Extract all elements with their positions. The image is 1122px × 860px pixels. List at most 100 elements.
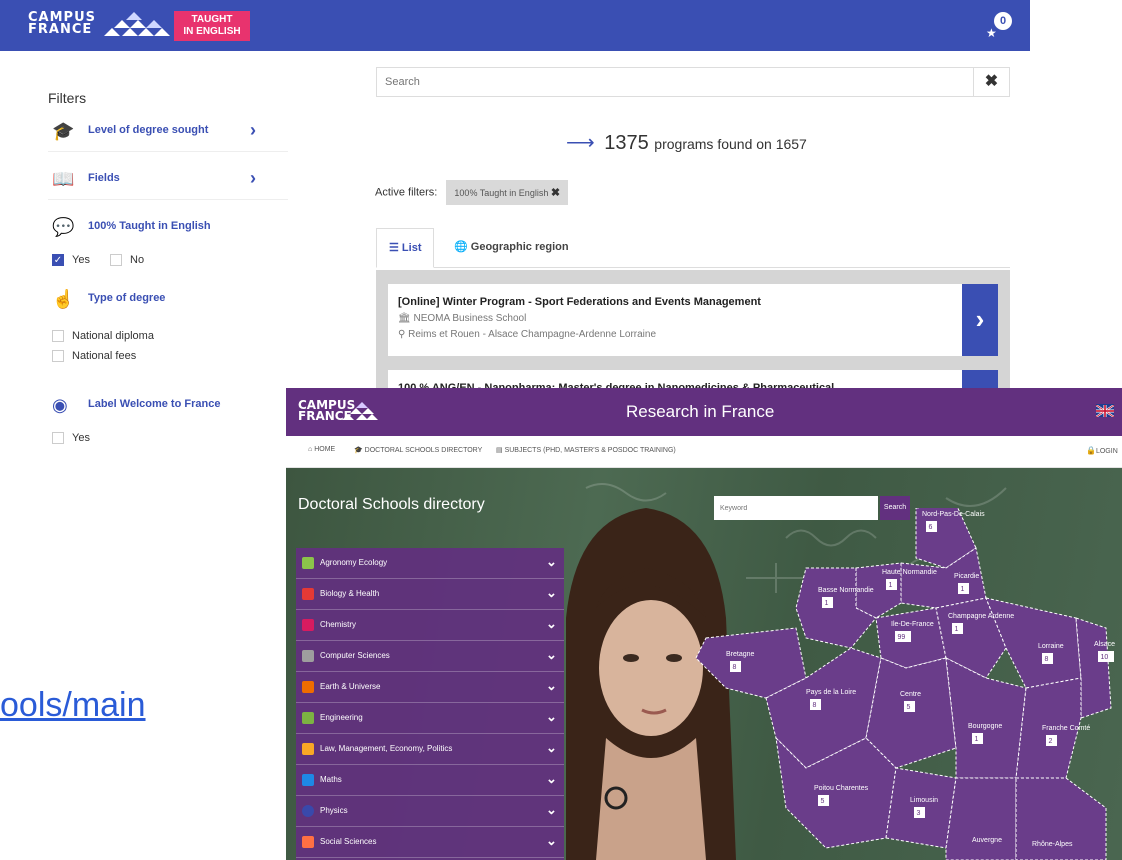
region-label[interactable]: Lorraine <box>1038 643 1064 650</box>
campus-france-logo-mark-icon <box>104 12 170 36</box>
menu-item-biology-health[interactable]: Biology & Health ⌄ <box>296 579 564 610</box>
region-label[interactable]: Picardie <box>954 573 979 580</box>
chevron-down-icon: ⌄ <box>546 740 557 755</box>
region-label[interactable]: Ile-De-France <box>891 621 934 628</box>
region-label[interactable]: Auvergne <box>972 837 1002 844</box>
location-name: Reims et Rouen - Alsace Champagne-Ardenn… <box>408 329 657 340</box>
saved-programs-button[interactable]: ★ 0 <box>986 12 1016 40</box>
menu-label: Maths <box>320 775 342 784</box>
uk-flag-graphic <box>1095 404 1115 418</box>
filter-level-of-degree[interactable]: 🎓 Level of degree sought › <box>48 118 288 152</box>
nav-doctoral-schools-directory[interactable]: 🎓 DOCTORAL SCHOOLS DIRECTORY <box>354 446 482 454</box>
search-bar: ✖ <box>376 67 1010 97</box>
nav-home[interactable]: ⌂ HOME <box>308 446 335 453</box>
welcome-yes-checkbox[interactable]: Yes <box>52 432 90 445</box>
menu-label: Computer Sciences <box>320 651 390 660</box>
chevron-right-icon: › <box>250 168 256 188</box>
result-school: 🏛 NEOMA Business School <box>398 313 526 324</box>
url-link-fragment[interactable]: ools/main <box>0 686 146 725</box>
menu-item-earth-universe[interactable]: Earth & Universe ⌄ <box>296 672 564 703</box>
speech-bubble-icon: 💬 <box>52 217 75 237</box>
region-count: 10 <box>1101 654 1109 661</box>
checkbox-icon <box>52 330 64 343</box>
list-icon: ▤ <box>496 447 505 454</box>
chevron-down-icon: ⌄ <box>546 678 557 693</box>
taught-badge-line1: TAUGHT <box>191 14 233 25</box>
region-count: 5 <box>907 704 911 711</box>
menu-item-physics[interactable]: Physics ⌄ <box>296 796 564 827</box>
national-fees-checkbox[interactable]: National fees <box>52 350 136 363</box>
tab-label: List <box>401 242 422 254</box>
view-tabs: ☰ List 🌐 Geographic region <box>376 228 1010 268</box>
login-link[interactable]: 🔒LOGIN <box>1086 446 1118 455</box>
book-icon: 📖 <box>52 169 75 189</box>
region-label[interactable]: Franche Comté <box>1042 725 1090 732</box>
national-diploma-checkbox[interactable]: National diploma <box>52 330 154 343</box>
filter-label-welcome: ◉ Label Welcome to France <box>48 392 288 426</box>
region-label[interactable]: Poitou Charentes <box>814 785 869 792</box>
directory-title: Doctoral Schools directory <box>298 496 485 513</box>
cf-logo-text[interactable]: CAMPUS FRANCE <box>28 11 98 36</box>
search-input[interactable] <box>377 68 973 96</box>
checkbox-label: No <box>130 254 145 266</box>
region-count: 3 <box>917 810 921 817</box>
region-label[interactable]: Limousin <box>910 797 938 804</box>
region-count: 6 <box>929 524 933 531</box>
menu-label: Agronomy Ecology <box>320 558 388 567</box>
region-auvergne <box>945 777 1017 860</box>
region-label[interactable]: Nord-Pas-De-Calais <box>922 511 985 518</box>
region-label[interactable]: Centre <box>900 691 921 698</box>
filter-fields[interactable]: 📖 Fields › <box>48 166 288 200</box>
filter-label: Fields <box>88 172 120 184</box>
taught-yes-checkbox[interactable]: ✓ Yes <box>52 254 90 267</box>
region-label[interactable]: Rhône-Alpes <box>1032 841 1073 848</box>
region-label[interactable]: Haute Normandie <box>882 569 937 576</box>
tab-list[interactable]: ☰ List <box>376 228 435 268</box>
taught-badge-line2: IN ENGLISH <box>183 26 241 37</box>
region-count: 2 <box>1049 738 1053 745</box>
menu-item-chemistry[interactable]: Chemistry ⌄ <box>296 610 564 641</box>
clear-search-icon[interactable]: ✖ <box>973 68 1009 96</box>
menu-item-social-sciences[interactable]: Social Sciences ⌄ <box>296 827 564 858</box>
region-count: 1 <box>975 736 979 743</box>
arrow-right-icon: ⟶ <box>566 132 595 154</box>
menu-item-law-management[interactable]: Law, Management, Economy, Politics ⌄ <box>296 734 564 765</box>
gears-icon <box>302 712 314 724</box>
filter-label: 100% Taught in English <box>88 220 211 232</box>
share-nodes-icon <box>302 774 314 786</box>
result-card[interactable]: [Online] Winter Program - Sport Federati… <box>388 284 998 356</box>
menu-item-computer-sciences[interactable]: Computer Sciences ⌄ <box>296 641 564 672</box>
globe-icon: 🌐 <box>454 241 471 253</box>
region-label[interactable]: Bourgogne <box>968 723 1002 730</box>
checkbox-checked-icon: ✓ <box>52 254 64 267</box>
remove-filter-icon[interactable]: ✖ <box>551 187 560 199</box>
region-label[interactable]: Bretagne <box>726 651 755 658</box>
taught-no-checkbox[interactable]: No <box>110 254 145 267</box>
health-icon <box>302 588 314 600</box>
france-regions-map: Nord-Pas-De-Calais 6 Picardie 1 Haute Norman… <box>695 508 1115 860</box>
checkbox-icon <box>52 350 64 363</box>
region-count: 5 <box>821 798 825 805</box>
uk-flag-icon[interactable] <box>1095 404 1115 418</box>
menu-item-agronomy-ecology[interactable]: Agronomy Ecology ⌄ <box>296 548 564 579</box>
rf-hero: Doctoral Schools directory Search Agrono… <box>286 468 1122 860</box>
region-label[interactable]: Basse Normandie <box>818 587 874 594</box>
menu-label: Chemistry <box>320 620 357 629</box>
region-label[interactable]: Champagne Ardenne <box>948 613 1014 620</box>
menu-label: Physics <box>320 806 348 815</box>
filter-label: Label Welcome to France <box>88 398 221 410</box>
found-text: programs found on 1657 <box>654 136 807 152</box>
open-program-button[interactable]: › <box>962 284 998 356</box>
region-label[interactable]: Alsace <box>1094 641 1115 648</box>
research-in-france-screenshot: CAMPUS FRANCE Research in France ⌂ HOME … <box>286 388 1122 860</box>
discipline-menu: Agronomy Ecology ⌄ Biology & Health ⌄ Chem… <box>296 548 564 860</box>
nav-subjects[interactable]: ▤ SUBJECTS (PHD, MASTER'S & POSDOC TRAIN… <box>496 446 676 454</box>
chevron-down-icon: ⌄ <box>546 802 557 817</box>
tab-geographic-region[interactable]: 🌐 Geographic region <box>442 228 581 268</box>
checkbox-label: National diploma <box>72 330 154 342</box>
region-label[interactable]: Pays de la Loire <box>806 689 856 696</box>
menu-item-maths[interactable]: Maths ⌄ <box>296 765 564 796</box>
active-filter-chip[interactable]: 100% Taught in English ✖ <box>446 180 569 205</box>
menu-item-engineering[interactable]: Engineering ⌄ <box>296 703 564 734</box>
region-count: 1 <box>961 586 965 593</box>
